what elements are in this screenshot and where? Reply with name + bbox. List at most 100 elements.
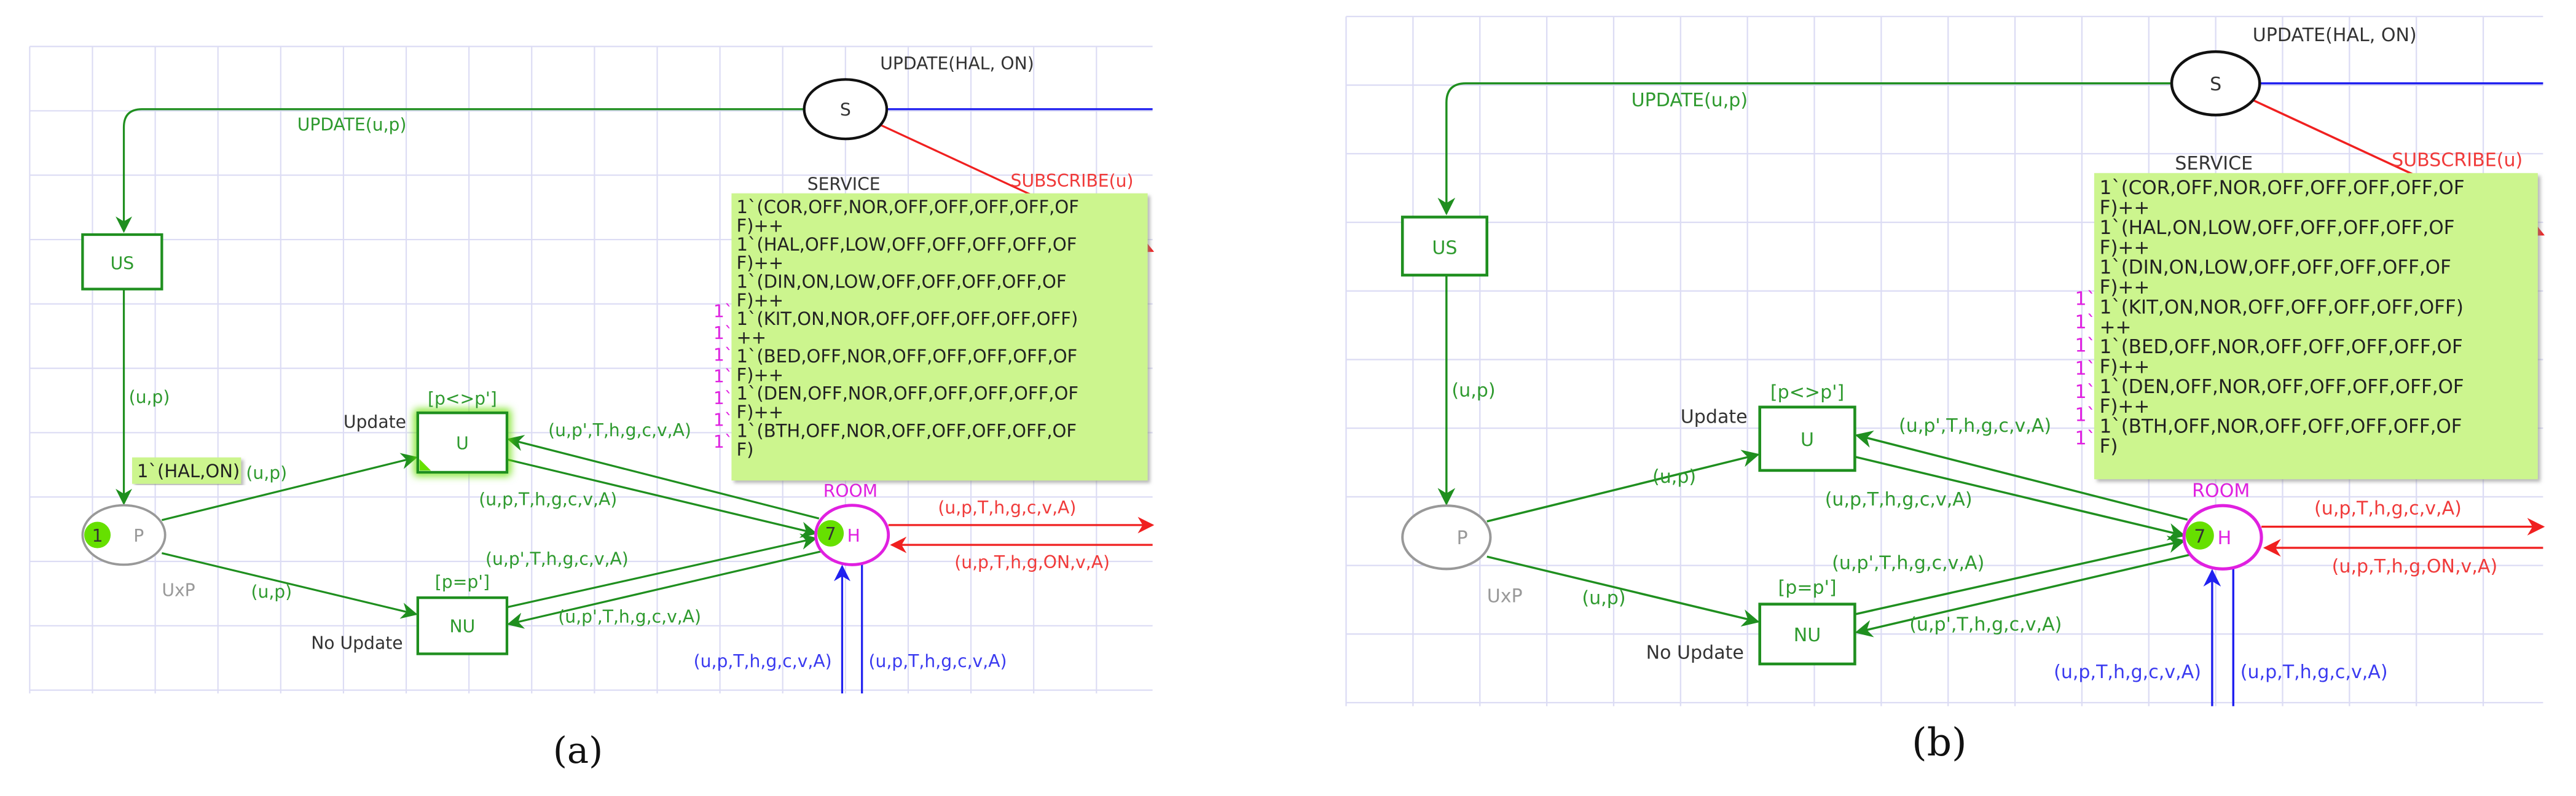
marking-line: 1`(COR,OFF,NOR,OFF,OFF,OFF,OFF,OF — [2100, 177, 2465, 199]
service-initial-marking: UPDATE(HAL, ON) — [2253, 25, 2417, 46]
marking-line: F)++ — [2100, 396, 2150, 418]
place-service-type: SERVICE — [807, 174, 881, 194]
arc-label-h-in: (u,p,T,h,g,ON,v,A) — [954, 552, 1110, 572]
marking-line: 1`(BED,OFF,NOR,OFF,OFF,OFF,OFF,OF — [2100, 336, 2463, 358]
hidden-marking-prefix: 1` — [713, 367, 733, 387]
arc-label-subscribe: SUBSCRIBE(u) — [2392, 149, 2523, 171]
place-h-name: H — [2218, 528, 2232, 549]
arc-label-h-to-u: (u,p',T,h,g,c,v,A) — [548, 420, 691, 440]
marking-line: F)++ — [2100, 276, 2150, 298]
marking-line: F) — [736, 439, 753, 460]
panel-caption: (b) — [1912, 720, 1966, 765]
hidden-marking-prefix: 1` — [2075, 405, 2095, 426]
transition-u-guard: [p<>p'] — [428, 389, 497, 409]
hidden-marking-prefix: 1` — [2075, 381, 2095, 403]
place-p-token-count: 1 — [92, 526, 103, 546]
panel-a: 1`++1`++1`++1`++1`++1`++1`++SUPDATE(HAL,… — [29, 45, 1155, 771]
arc-label-us-to-p: (u,p) — [129, 387, 170, 407]
marking-line: 1`(COR,OFF,NOR,OFF,OFF,OFF,OFF,OF — [736, 197, 1078, 217]
marking-line: F)++ — [736, 364, 783, 385]
marking-line: ++ — [736, 327, 766, 348]
transition-u-name: U — [1800, 429, 1814, 451]
arc-label-h-to-nu: (u,p',T,h,g,c,v,A) — [1909, 614, 2062, 636]
transition-u-guard: [p<>p'] — [1770, 381, 1844, 403]
hidden-marking-prefix: 1` — [713, 432, 733, 452]
arc-s-to-us[interactable] — [116, 108, 804, 233]
place-h-token-count: 7 — [2194, 526, 2205, 547]
marking-line: F)++ — [736, 402, 783, 423]
arc-label-blue-in: (u,p,T,h,g,c,v,A) — [2054, 661, 2201, 683]
hidden-marking-prefix: 1` — [2075, 428, 2095, 450]
arc-label-update: UPDATE(u,p) — [1632, 90, 1748, 111]
arc-s-to-us[interactable] — [1437, 82, 2172, 216]
transition-nu-name: NU — [1794, 625, 1821, 646]
arc-label-p-to-nu: (u,p) — [251, 582, 292, 602]
arc-label-blue-out: (u,p,T,h,g,c,v,A) — [2240, 661, 2388, 683]
transition-u-label: Update — [1681, 407, 1748, 428]
marking-line: F) — [2100, 435, 2118, 458]
transition-nu-name: NU — [450, 617, 476, 637]
arc-label-subscribe: SUBSCRIBE(u) — [1011, 171, 1134, 191]
transition-u-label: Update — [344, 412, 406, 432]
arc-label-nu-to-h: (u,p',T,h,g,c,v,A) — [485, 548, 629, 569]
marking-line: F)++ — [2100, 197, 2150, 219]
arc-label-nu-to-h: (u,p',T,h,g,c,v,A) — [1832, 552, 1984, 574]
place-p-marking: 1`(HAL,ON) — [137, 461, 240, 482]
place-h-type: ROOM — [2192, 480, 2250, 502]
marking-line: 1`(DIN,ON,LOW,OFF,OFF,OFF,OFF,OF — [736, 271, 1066, 292]
place-p[interactable] — [1401, 504, 1492, 571]
transition-nu-guard: [p=p'] — [1778, 577, 1837, 598]
place-service-type: SERVICE — [2175, 153, 2253, 174]
place-h-name: H — [847, 526, 860, 546]
place-p-type: UxP — [1487, 586, 1523, 607]
hidden-marking-prefix: 1` — [2075, 335, 2095, 356]
transition-nu-label: No Update — [311, 633, 402, 653]
marking-line: 1`(DEN,OFF,NOR,OFF,OFF,OFF,OFF,OF — [736, 383, 1078, 404]
arc-label-blue-out: (u,p,T,h,g,c,v,A) — [868, 651, 1007, 671]
arc-label-h-to-nu: (u,p',T,h,g,c,v,A) — [558, 606, 701, 626]
place-p-name: P — [133, 526, 144, 546]
place-h-type: ROOM — [823, 481, 878, 501]
marking-line: 1`(BTH,OFF,NOR,OFF,OFF,OFF,OFF,OF — [736, 420, 1077, 441]
hidden-marking-prefix: 1` — [2075, 289, 2095, 310]
marking-line: ++ — [2100, 316, 2132, 338]
transition-us-name: US — [111, 253, 135, 273]
panel-b: 1`++1`++1`++1`++1`++1`++1`++SUPDATE(HAL,… — [1345, 15, 2545, 765]
hidden-marking-prefix: 1` — [713, 323, 733, 343]
marking-line: F)++ — [736, 290, 783, 311]
arc-label-p-to-u: (u,p) — [246, 463, 287, 483]
transition-nu-guard: [p=p'] — [435, 572, 490, 592]
arc-label-blue-in: (u,p,T,h,g,c,v,A) — [694, 651, 832, 671]
transition-us-name: US — [1432, 238, 1457, 259]
marking-line: 1`(DIN,ON,LOW,OFF,OFF,OFF,OFF,OF — [2100, 257, 2451, 279]
arc-p-to-u[interactable] — [1486, 450, 1760, 523]
transition-nu-label: No Update — [1646, 642, 1744, 663]
hidden-marking-prefix: 1` — [713, 388, 733, 408]
marking-line: F)++ — [2100, 356, 2150, 378]
arc-label-update: UPDATE(u,p) — [297, 115, 407, 135]
hidden-marking-prefix: 1` — [713, 410, 733, 431]
arc-label-p-to-u: (u,p) — [1652, 466, 1696, 488]
arc-label-h-out: (u,p,T,h,g,c,v,A) — [938, 497, 1076, 518]
hidden-marking-prefix: 1` — [713, 301, 733, 321]
service-initial-marking: UPDATE(HAL, ON) — [880, 53, 1034, 74]
marking-line: F)++ — [2100, 236, 2150, 259]
marking-line: F)++ — [736, 252, 783, 273]
marking-line: 1`(BED,OFF,NOR,OFF,OFF,OFF,OFF,OF — [736, 346, 1077, 367]
arc-label-h-in: (u,p,T,h,g,ON,v,A) — [2332, 556, 2498, 577]
hidden-marking-prefix: 1` — [2075, 358, 2095, 380]
hidden-marking-prefix: 1` — [2075, 311, 2095, 333]
place-h-token-count: 7 — [825, 524, 836, 544]
marking-line: 1`(KIT,ON,NOR,OFF,OFF,OFF,OFF,OFF) — [2100, 296, 2464, 318]
place-p-name: P — [1457, 528, 1468, 549]
marking-line: 1`(BTH,OFF,NOR,OFF,OFF,OFF,OFF,OF — [2100, 416, 2462, 438]
figure: 1`++1`++1`++1`++1`++1`++1`++SUPDATE(HAL,… — [29, 15, 2545, 771]
marking-line: 1`(DEN,OFF,NOR,OFF,OFF,OFF,OFF,OF — [2100, 376, 2464, 398]
place-service-name: S — [2210, 74, 2221, 95]
arc-label-p-to-nu: (u,p) — [1582, 588, 1625, 609]
marking-line: 1`(KIT,ON,NOR,OFF,OFF,OFF,OFF,OFF) — [736, 308, 1078, 329]
panel-caption: (a) — [553, 729, 603, 771]
place-p-type: UxP — [162, 580, 195, 600]
arc-label-u-to-h: (u,p,T,h,g,c,v,A) — [479, 490, 617, 510]
marking-line: 1`(HAL,OFF,LOW,OFF,OFF,OFF,OFF,OF — [736, 234, 1077, 255]
